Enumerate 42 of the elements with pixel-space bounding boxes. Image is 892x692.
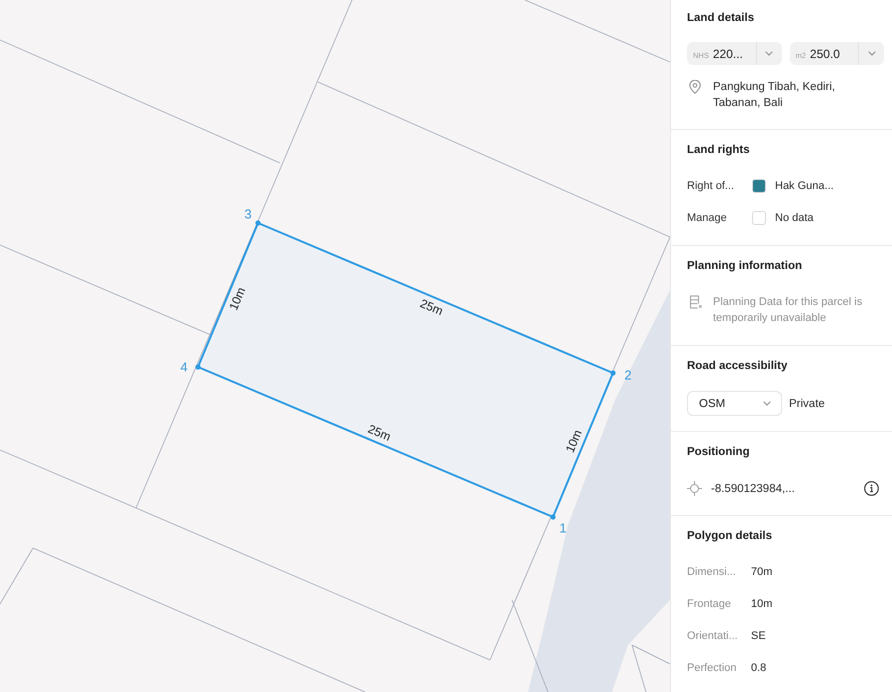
edge-length-label: 10m (226, 285, 248, 312)
coordinates-text: -8.590123984,... (711, 482, 796, 494)
message-text: Planning Data for this parcel is temporarily unavailable (713, 295, 864, 326)
edge-length-label: 25m (366, 422, 393, 444)
chevron-down-icon (868, 51, 876, 56)
table-icon (689, 295, 702, 309)
detail-value: 10m (751, 598, 772, 610)
road-access-value: Private (789, 398, 825, 410)
edge-length-label: 10m (562, 428, 585, 455)
vertex-label: 1 (559, 520, 567, 536)
section-title: Positioning (687, 446, 751, 458)
info-icon[interactable] (864, 481, 879, 496)
section-title: Planning information (687, 260, 803, 272)
field-label: Right of... (687, 180, 736, 192)
field-label: Manage (687, 212, 728, 224)
section-title: Land rights (687, 144, 751, 156)
detail-label: Frontage (687, 598, 732, 610)
vertex-dot-icon (255, 220, 261, 226)
address-text: Pangkung Tibah, Kediri, Tabanan, Bali (713, 80, 836, 111)
detail-label: Orientati... (687, 630, 739, 642)
detail-label: Perfection (687, 662, 738, 674)
detail-label: Dimensi... (687, 566, 737, 578)
detail-value: 70m (751, 566, 772, 578)
vertex-label: 3 (244, 206, 252, 222)
chevron-down-icon (763, 401, 771, 406)
chevron-down-icon (765, 51, 773, 56)
section-title: Land details (687, 12, 756, 24)
crosshair-icon (687, 481, 702, 496)
section-title: Polygon details (687, 530, 773, 542)
field-value: No data (775, 212, 814, 224)
vertex-label: 4 (180, 360, 188, 374)
vertex-label: 2 (624, 368, 632, 382)
field-value: Hak Guna... (775, 180, 834, 192)
vertex-dot-icon (195, 364, 201, 370)
section-title: Road accessibility (687, 360, 788, 372)
vertex-dot-icon (550, 514, 556, 520)
vertex-dot-icon (610, 370, 616, 376)
detail-value: SE (751, 630, 766, 642)
select-dropdown[interactable]: OSM (687, 391, 782, 416)
location-pin-icon (689, 80, 701, 94)
detail-value: 0.8 (751, 662, 766, 674)
edge-length-label: 25m (418, 296, 446, 318)
